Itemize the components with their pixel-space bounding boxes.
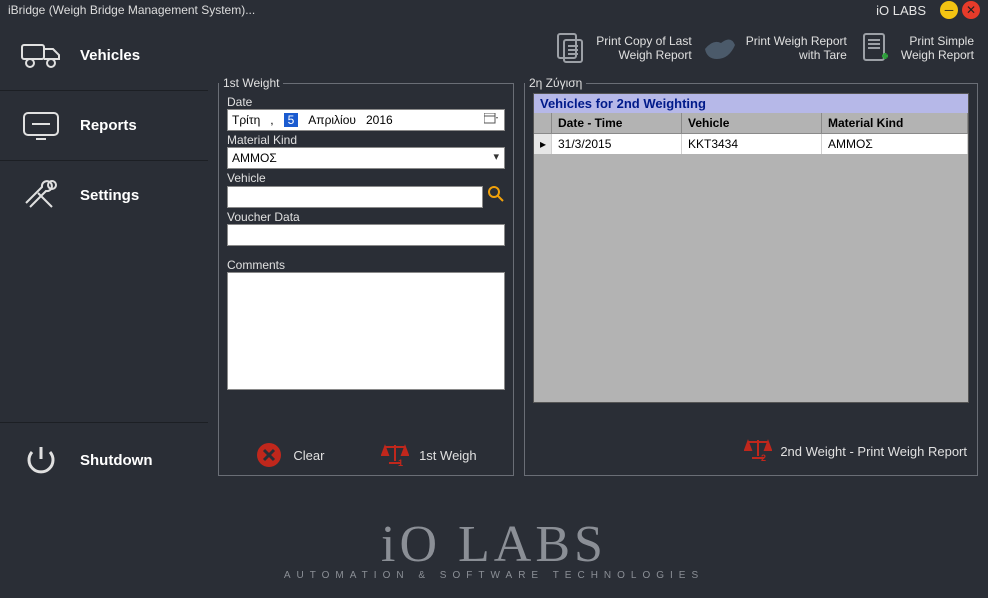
cell-material: ΑΜΜΟΣ [822, 134, 968, 154]
material-label: Material Kind [227, 133, 505, 147]
titlebar-brand: iO LABS [876, 3, 926, 18]
print-tare-line2: with Tare [799, 48, 847, 62]
footer-tagline: AUTOMATION & SOFTWARE TECHNOLOGIES [284, 570, 704, 581]
col-material: Material Kind [822, 113, 968, 134]
date-month: Απριλίου [308, 113, 356, 127]
material-select[interactable] [227, 147, 505, 169]
voucher-label: Voucher Data [227, 210, 505, 224]
print-simple-line1: Print Simple [909, 34, 974, 48]
date-input[interactable]: Τρίτη , 5 Απριλίου 2016 [227, 109, 505, 131]
col-vehicle: Vehicle [682, 113, 822, 134]
row-marker-icon: ▸ [534, 134, 552, 154]
tools-icon [20, 179, 62, 213]
first-weight-legend: 1st Weight [219, 76, 283, 90]
print-simple-button[interactable]: Print Simple Weigh Report [857, 30, 974, 66]
scale-1-icon: 1 [381, 441, 409, 469]
calendar-dropdown-icon[interactable] [484, 113, 498, 128]
vehicle-input[interactable] [227, 186, 483, 208]
sidebar: Vehicles Reports Settings Shutdown [0, 20, 208, 498]
vehicle-label: Vehicle [227, 171, 505, 185]
sidebar-vehicles-label: Vehicles [80, 47, 140, 64]
cell-datetime: 31/3/2015 [552, 134, 682, 154]
voucher-input[interactable] [227, 224, 505, 246]
print-copy-last-line2: Weigh Report [619, 48, 692, 62]
cell-vehicle: KKT3434 [682, 134, 822, 154]
clear-icon [255, 441, 283, 469]
col-datetime: Date - Time [552, 113, 682, 134]
print-copy-last-line1: Print Copy of Last [596, 34, 691, 48]
sidebar-shutdown-label: Shutdown [80, 452, 152, 469]
monitor-icon [20, 111, 62, 141]
second-weight-print-button[interactable]: 2 2nd Weight - Print Weigh Report [744, 438, 967, 465]
grid-header: Date - Time Vehicle Material Kind [534, 113, 968, 134]
clear-label: Clear [293, 448, 324, 463]
print-simple-line2: Weigh Report [901, 48, 974, 62]
truck-icon [20, 41, 62, 69]
date-year: 2016 [366, 113, 393, 127]
hand-icon [702, 30, 738, 66]
table-row[interactable]: ▸ 31/3/2015 KKT3434 ΑΜΜΟΣ [534, 134, 968, 154]
comments-textarea[interactable] [227, 272, 505, 390]
document-copy-icon [552, 30, 588, 66]
date-label: Date [227, 95, 505, 109]
print-tare-button[interactable]: Print Weigh Report with Tare [702, 30, 847, 66]
date-daynum: 5 [284, 113, 299, 127]
sidebar-settings-label: Settings [80, 187, 139, 204]
svg-text:2: 2 [761, 453, 766, 462]
power-icon [20, 444, 62, 478]
toolbar: Print Copy of Last Weigh Report Print We… [208, 20, 988, 76]
window-title: iBridge (Weigh Bridge Management System)… [8, 3, 255, 17]
document-plus-icon [857, 30, 893, 66]
search-icon[interactable] [487, 185, 505, 208]
print-copy-last-button[interactable]: Print Copy of Last Weigh Report [552, 30, 691, 66]
sidebar-item-reports[interactable]: Reports [0, 90, 208, 160]
svg-text:1: 1 [398, 458, 403, 467]
titlebar: iBridge (Weigh Bridge Management System)… [0, 0, 988, 20]
print-tare-line1: Print Weigh Report [746, 34, 847, 48]
second-weight-legend: 2η Ζύγιση [525, 76, 586, 90]
first-weight-panel: 1st Weight Date Τρίτη , 5 Απριλίου 2016 … [218, 76, 514, 476]
first-weigh-button[interactable]: 1 1st Weigh [381, 441, 477, 469]
sidebar-item-settings[interactable]: Settings [0, 160, 208, 230]
vehicles-grid[interactable]: Vehicles for 2nd Weighting Date - Time V… [533, 93, 969, 403]
close-button[interactable]: ✕ [962, 1, 980, 19]
first-weigh-label: 1st Weigh [419, 448, 477, 463]
sidebar-reports-label: Reports [80, 117, 137, 134]
scale-2-icon: 2 [744, 438, 772, 465]
grid-title: Vehicles for 2nd Weighting [534, 94, 968, 113]
clear-button[interactable]: Clear [255, 441, 324, 469]
second-weight-panel: 2η Ζύγιση Vehicles for 2nd Weighting Dat… [524, 76, 978, 476]
comments-label: Comments [227, 258, 505, 272]
sidebar-item-shutdown[interactable]: Shutdown [0, 422, 208, 498]
minimize-button[interactable]: ─ [940, 1, 958, 19]
footer-logo: iO LABS [381, 515, 607, 574]
date-dayname: Τρίτη [232, 113, 260, 127]
footer: iO LABS AUTOMATION & SOFTWARE TECHNOLOGI… [0, 498, 988, 598]
sidebar-item-vehicles[interactable]: Vehicles [0, 20, 208, 90]
second-weight-print-label: 2nd Weight - Print Weigh Report [780, 444, 967, 459]
